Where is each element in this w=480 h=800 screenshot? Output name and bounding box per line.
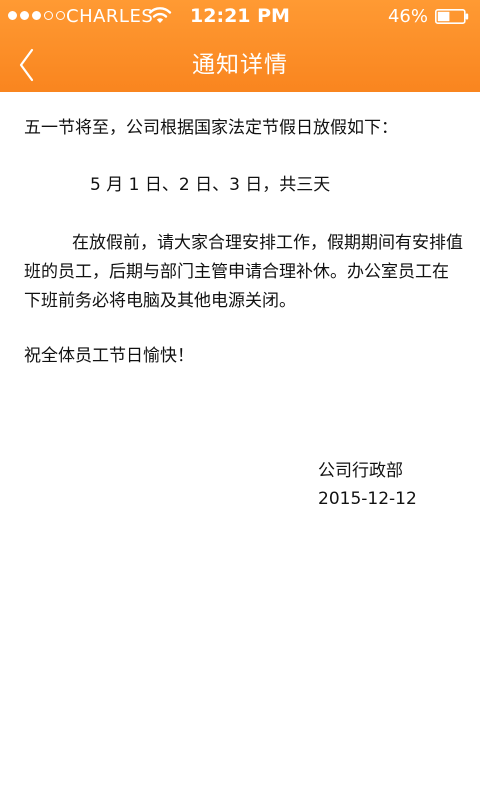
notice-intro: 五一节将至，公司根据国家法定节假日放假如下： <box>24 118 398 138</box>
app-header: CHARLES 12:21 PM 46% 通知详情 <box>0 0 480 92</box>
page-title: 通知详情 <box>192 52 288 78</box>
battery-percent: 46% <box>387 6 428 27</box>
notice-closing: 祝全体员工节日愉快！ <box>24 346 194 366</box>
battery-fill <box>437 11 450 22</box>
notice-date: 2015-12-12 <box>318 489 417 509</box>
battery-icon <box>435 9 469 24</box>
notice-signature: 公司行政部 <box>318 461 403 481</box>
nav-bar: 通知详情 <box>0 34 480 92</box>
status-bar: CHARLES 12:21 PM 46% <box>0 0 480 34</box>
holiday-dates: 5 月 1 日、2 日、3 日，共三天 <box>90 175 331 195</box>
notice-body: 在放假前，请大家合理安排工作，假期期间有安排值班的员工，后期与部门主管申请合理补… <box>24 233 463 311</box>
